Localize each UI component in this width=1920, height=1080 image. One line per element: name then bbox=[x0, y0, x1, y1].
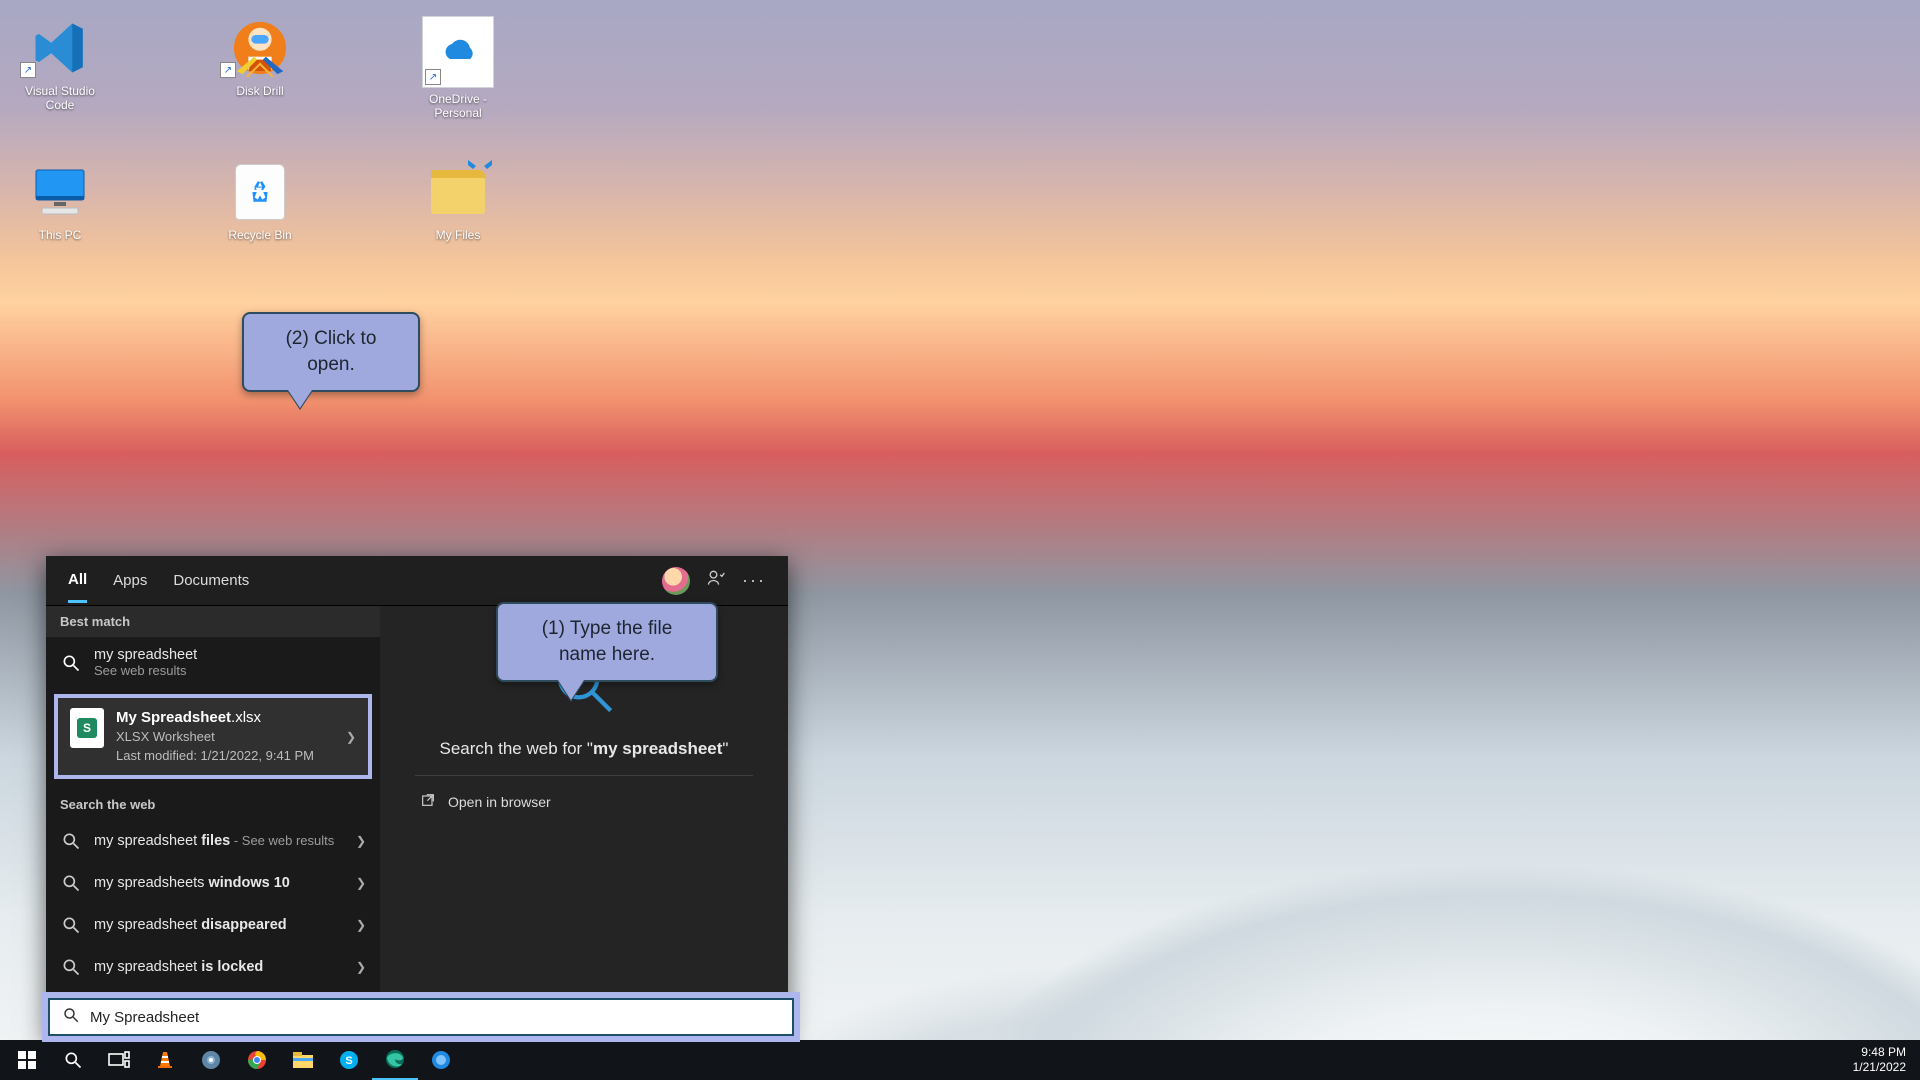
search-icon bbox=[60, 872, 82, 894]
chevron-right-icon: ❯ bbox=[356, 876, 366, 890]
desktop-icon-this-pc[interactable]: This PC bbox=[10, 160, 110, 242]
icon-label: This PC bbox=[10, 228, 110, 242]
file-result-card[interactable]: S My Spreadsheet.xlsx XLSX Worksheet Las… bbox=[54, 694, 372, 779]
clock-date: 1/21/2022 bbox=[1853, 1060, 1906, 1075]
rewards-icon[interactable] bbox=[706, 568, 726, 593]
web-suggestion[interactable]: my spreadsheets windows 10 ❯ bbox=[46, 862, 380, 904]
tab-documents[interactable]: Documents bbox=[173, 560, 249, 601]
chevron-right-icon: ❯ bbox=[356, 960, 366, 974]
callout-2: (2) Click to open. bbox=[242, 312, 420, 392]
desktop-icon-recycle-bin[interactable]: Recycle Bin bbox=[210, 160, 310, 242]
vlc-icon bbox=[153, 1048, 177, 1072]
chevron-right-icon: ❯ bbox=[346, 730, 356, 744]
taskbar-search-button[interactable] bbox=[50, 1040, 96, 1080]
desktop-icon-vscode[interactable]: ↗ Visual Studio Code bbox=[10, 16, 110, 112]
taskbar-app-generic[interactable] bbox=[418, 1040, 464, 1080]
search-icon bbox=[60, 652, 82, 674]
taskbar: S 9:48 PM 1/21/2022 bbox=[0, 1040, 1920, 1080]
shortcut-arrow-icon: ↗ bbox=[425, 69, 441, 85]
chromium-icon bbox=[199, 1048, 223, 1072]
icon-label: My Files bbox=[408, 228, 508, 242]
icon-label: OneDrive - Personal bbox=[408, 92, 508, 120]
web-suggestion[interactable]: my spreadsheet disappeared ❯ bbox=[46, 904, 380, 946]
open-in-browser-link[interactable]: Open in browser bbox=[420, 792, 551, 811]
clock-time: 9:48 PM bbox=[1853, 1045, 1906, 1060]
diskdrill-icon: ↗ bbox=[210, 16, 310, 80]
chrome-icon bbox=[245, 1048, 269, 1072]
desktop-icon-diskdrill[interactable]: ↗ Disk Drill bbox=[210, 16, 310, 98]
search-input-highlight bbox=[42, 992, 800, 1042]
search-icon bbox=[62, 1006, 80, 1029]
system-tray-clock[interactable]: 9:48 PM 1/21/2022 bbox=[1843, 1043, 1916, 1077]
edge-icon bbox=[383, 1047, 407, 1071]
search-web-header: Search the web bbox=[46, 789, 380, 820]
icon-label: Recycle Bin bbox=[210, 228, 310, 242]
search-icon bbox=[60, 914, 82, 936]
search-icon bbox=[61, 1048, 85, 1072]
taskbar-app-edge[interactable] bbox=[372, 1040, 418, 1080]
file-info: My Spreadsheet.xlsx XLSX Worksheet Last … bbox=[116, 708, 314, 765]
vscode-icon: ↗ bbox=[10, 16, 110, 80]
desktop: ↗ Visual Studio Code ↗ Disk Drill ↗ OneD… bbox=[0, 0, 1920, 1080]
app-icon bbox=[429, 1048, 453, 1072]
chevron-right-icon: ❯ bbox=[356, 834, 366, 848]
shortcut-arrow-icon: ↗ bbox=[220, 62, 236, 78]
callout-1: (1) Type the file name here. bbox=[496, 602, 718, 682]
task-view-icon bbox=[107, 1048, 131, 1072]
web-suggestion[interactable]: my spreadsheet is locked ❯ bbox=[46, 946, 380, 988]
xlsx-file-icon: S bbox=[70, 708, 104, 748]
start-button[interactable] bbox=[4, 1040, 50, 1080]
best-match-web-result[interactable]: my spreadsheet See web results bbox=[46, 637, 380, 688]
search-input[interactable] bbox=[90, 1009, 780, 1026]
search-panel-header: All Apps Documents ··· bbox=[46, 556, 788, 606]
recycle-bin-icon bbox=[210, 160, 310, 224]
search-icon bbox=[60, 956, 82, 978]
icon-label: Disk Drill bbox=[210, 84, 310, 98]
skype-icon: S bbox=[337, 1048, 361, 1072]
this-pc-icon bbox=[10, 160, 110, 224]
web-search-title: Search the web for "my spreadsheet" bbox=[415, 739, 754, 776]
tab-apps[interactable]: Apps bbox=[113, 560, 147, 601]
onedrive-icon: ↗ bbox=[422, 16, 494, 88]
taskbar-app-chrome[interactable] bbox=[234, 1040, 280, 1080]
open-external-icon bbox=[420, 792, 436, 811]
suggestion-text: my spreadsheet See web results bbox=[94, 647, 197, 678]
shortcut-arrow-icon: ↗ bbox=[20, 62, 36, 78]
taskbar-app-explorer[interactable] bbox=[280, 1040, 326, 1080]
icon-label: Visual Studio Code bbox=[10, 84, 110, 112]
search-icon bbox=[60, 830, 82, 852]
windows-icon bbox=[15, 1048, 39, 1072]
chevron-right-icon: ❯ bbox=[356, 918, 366, 932]
file-explorer-icon bbox=[291, 1048, 315, 1072]
taskbar-app-chromium[interactable] bbox=[188, 1040, 234, 1080]
more-options-icon[interactable]: ··· bbox=[742, 570, 766, 591]
user-avatar[interactable] bbox=[662, 567, 690, 595]
best-match-header: Best match bbox=[46, 606, 380, 637]
tab-all[interactable]: All bbox=[68, 559, 87, 603]
search-bar[interactable] bbox=[48, 998, 794, 1036]
web-suggestion[interactable]: my spreadsheet files - See web results ❯ bbox=[46, 820, 380, 862]
taskbar-app-skype[interactable]: S bbox=[326, 1040, 372, 1080]
taskbar-app-vlc[interactable] bbox=[142, 1040, 188, 1080]
desktop-icon-my-files[interactable]: My Files bbox=[408, 160, 508, 242]
folder-icon bbox=[408, 160, 508, 224]
task-view-button[interactable] bbox=[96, 1040, 142, 1080]
search-results-left: Best match my spreadsheet See web result… bbox=[46, 606, 380, 1040]
svg-text:S: S bbox=[345, 1055, 352, 1067]
desktop-icon-onedrive[interactable]: ↗ OneDrive - Personal bbox=[408, 16, 508, 120]
